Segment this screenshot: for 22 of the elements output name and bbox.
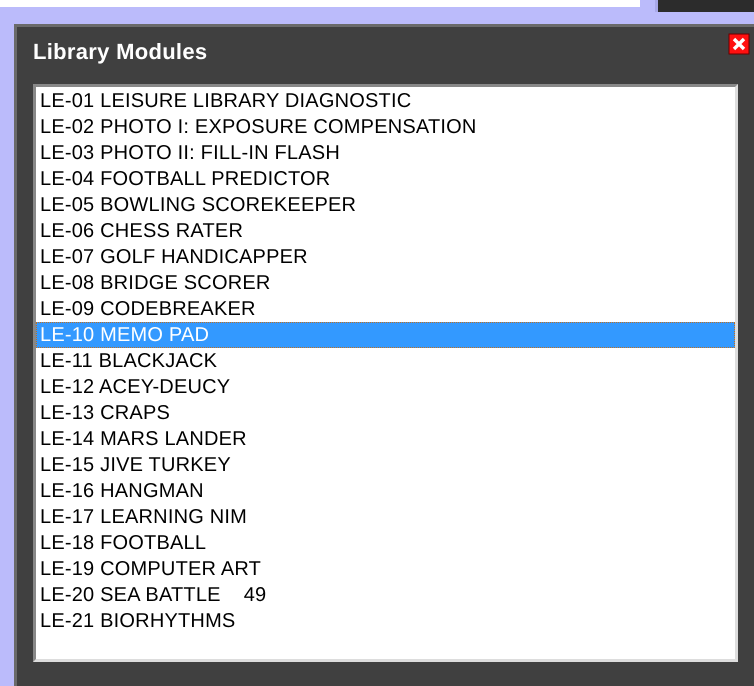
list-item[interactable]: LE-01 LEISURE LIBRARY DIAGNOSTIC [36, 88, 735, 114]
list-item[interactable]: LE-14 MARS LANDER [36, 426, 735, 452]
list-item[interactable]: LE-07 GOLF HANDICAPPER [36, 244, 735, 270]
list-item[interactable]: LE-02 PHOTO I: EXPOSURE COMPENSATION [36, 114, 735, 140]
list-item[interactable]: LE-05 BOWLING SCOREKEEPER [36, 192, 735, 218]
list-item[interactable]: LE-20 SEA BATTLE 49 [36, 582, 735, 608]
list-item[interactable]: LE-12 ACEY-DEUCY [36, 374, 735, 400]
list-item[interactable]: LE-17 LEARNING NIM [36, 504, 735, 530]
list-item[interactable]: LE-03 PHOTO II: FILL-IN FLASH [36, 140, 735, 166]
list-item[interactable]: LE-09 CODEBREAKER [36, 296, 735, 322]
list-item[interactable]: LE-21 BIORHYTHMS [36, 608, 735, 634]
list-item[interactable]: LE-13 CRAPS [36, 400, 735, 426]
list-item[interactable]: LE-11 BLACKJACK [36, 348, 735, 374]
list-item[interactable]: LE-04 FOOTBALL PREDICTOR [36, 166, 735, 192]
list-item[interactable]: LE-15 JIVE TURKEY [36, 452, 735, 478]
window-title: Library Modules [33, 39, 208, 65]
list-item[interactable]: LE-06 CHESS RATER [36, 218, 735, 244]
list-item[interactable]: LE-08 BRIDGE SCORER [36, 270, 735, 296]
list-item[interactable]: LE-19 COMPUTER ART [36, 556, 735, 582]
list-item[interactable]: LE-16 HANGMAN [36, 478, 735, 504]
close-icon[interactable] [728, 33, 750, 55]
list-item[interactable]: LE-18 FOOTBALL [36, 530, 735, 556]
